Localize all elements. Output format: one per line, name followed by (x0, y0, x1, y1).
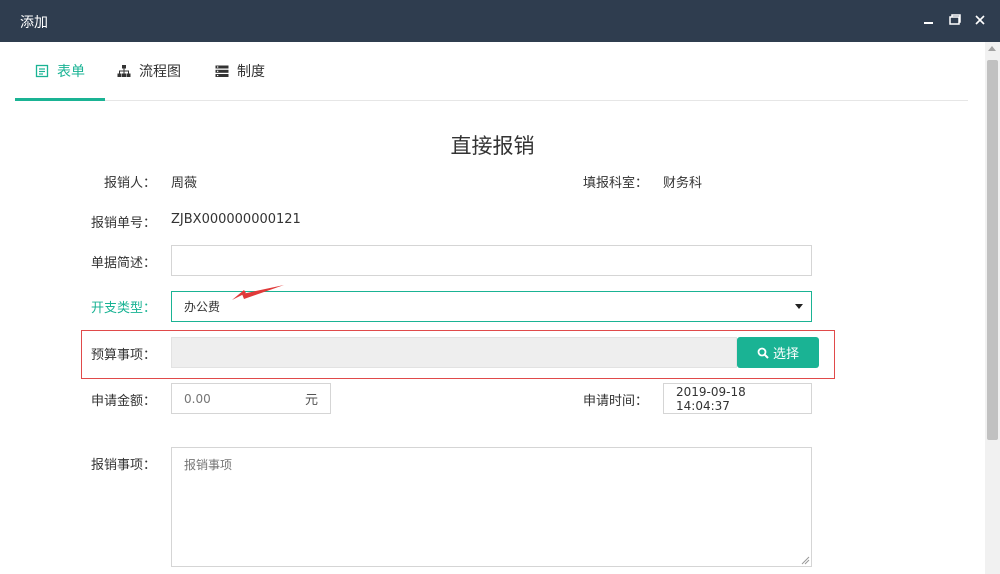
restore-icon[interactable] (945, 11, 963, 29)
window-titlebar: 添加 (0, 0, 1000, 42)
window-title: 添加 (20, 15, 48, 31)
search-icon (757, 347, 769, 359)
time-label: 申请时间： (583, 394, 649, 409)
tab-bar: 表单 流程图 制度 (15, 42, 968, 101)
expense-type-value: 办公费 (184, 300, 221, 314)
annotation-arrow-icon (228, 284, 288, 310)
minimize-icon[interactable] (920, 11, 938, 29)
number-label: 报销单号： (91, 216, 157, 231)
expense-type-label: 开支类型： (91, 301, 157, 316)
matter-label: 报销事项： (91, 458, 157, 473)
resize-grip-icon[interactable] (800, 554, 810, 565)
caret-down-icon (795, 304, 803, 309)
dept-label: 填报科室： (583, 176, 649, 191)
tab-flowchart-label: 流程图 (139, 64, 181, 80)
tab-policy-label: 制度 (237, 64, 265, 80)
select-button-label: 选择 (772, 347, 799, 362)
tab-form[interactable]: 表单 (15, 42, 105, 101)
scroll-up-icon[interactable] (988, 46, 996, 51)
scroll-thumb[interactable] (987, 60, 998, 440)
applicant-label: 报销人： (104, 176, 157, 191)
desc-input[interactable] (171, 245, 812, 276)
time-input[interactable]: 2019-09-18 14:04:37 (663, 383, 812, 414)
amount-label: 申请金额： (91, 394, 157, 409)
applicant-value: 周薇 (171, 176, 198, 191)
form-icon (35, 64, 49, 78)
close-icon[interactable] (971, 11, 989, 29)
amount-input[interactable] (171, 383, 294, 414)
vertical-scrollbar[interactable] (985, 42, 1000, 574)
matter-textarea[interactable] (171, 447, 812, 567)
number-value: ZJBX000000000121 (171, 212, 301, 227)
budget-label: 预算事项： (91, 348, 157, 363)
amount-unit: 元 (293, 383, 331, 414)
desc-label: 单据简述： (91, 256, 157, 271)
form-title: 直接报销 (450, 134, 535, 158)
tab-form-label: 表单 (57, 64, 85, 80)
dept-value: 财务科 (663, 176, 703, 191)
select-button[interactable]: 选择 (737, 337, 819, 368)
sitemap-icon (117, 64, 131, 78)
tab-policy[interactable]: 制度 (215, 42, 265, 100)
list-icon (215, 64, 229, 78)
dialog-content: 表单 流程图 制度 直接报销 报销人： 周薇 填报科室： 财务科 报销单号： Z… (0, 42, 985, 574)
tab-flowchart[interactable]: 流程图 (117, 42, 181, 100)
budget-input (171, 337, 737, 368)
